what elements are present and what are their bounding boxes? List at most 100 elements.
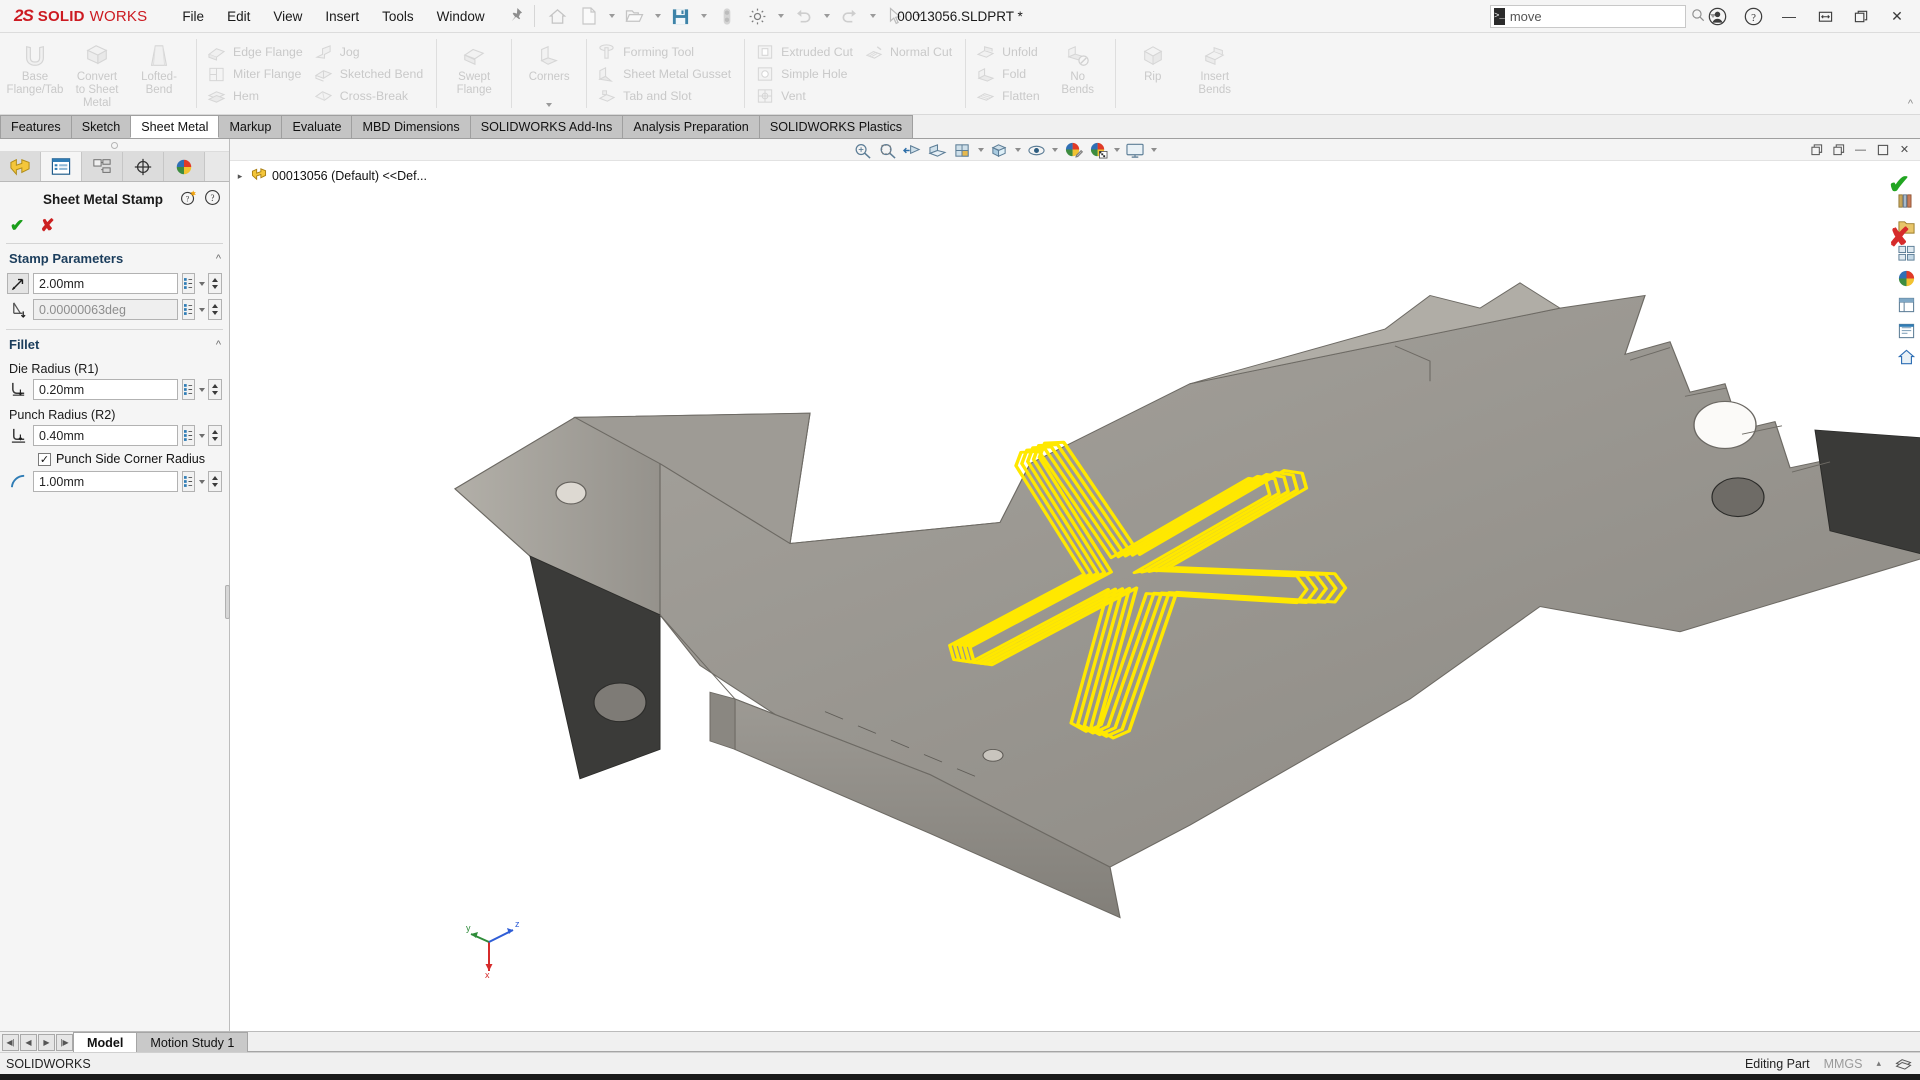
simple-hole-button[interactable]: Simple Hole [751,63,860,85]
view-settings-icon[interactable] [1123,140,1147,160]
die-radius-stepper[interactable] [208,379,222,400]
configuration-manager-tab[interactable] [82,152,123,181]
section-header-stamp-parameters[interactable]: Stamp Parameters ^ [0,244,229,271]
gfx-restore-down-icon[interactable] [1806,141,1827,159]
last-icon[interactable]: |▶ [56,1033,73,1051]
flatten-button[interactable]: Flatten [972,85,1047,107]
panel-grip[interactable] [0,139,229,152]
punch-side-corner-radius-checkbox[interactable]: ✓ [38,452,51,466]
dimxpert-manager-tab[interactable] [123,152,164,181]
previous-icon[interactable]: ◀ [20,1033,37,1051]
previous-view-icon[interactable] [900,140,924,160]
hide-show-items-caret[interactable] [1049,140,1060,160]
tab-analysis-preparation[interactable]: Analysis Preparation [622,115,760,138]
undo-dropdown-caret[interactable] [820,3,834,29]
extruded-cut-button[interactable]: Extruded Cut [751,41,860,63]
stamp-height-stepper[interactable] [208,273,222,294]
punch-side-corner-radius-checkbox-row[interactable]: ✓ Punch Side Corner Radius [0,449,229,469]
tab-solidworks-plastics[interactable]: SOLIDWORKS Plastics [758,115,914,138]
zoom-to-area-icon[interactable] [875,140,899,160]
tab-sketch[interactable]: Sketch [70,115,132,138]
cancel-button[interactable]: ✘ [40,216,54,236]
die-radius-list-icon[interactable] [182,379,195,400]
vent-button[interactable]: Vent [751,85,860,107]
units-label[interactable]: MMGS [1824,1057,1863,1071]
menu-edit[interactable]: Edit [216,4,261,29]
whats-new-help-icon[interactable]: ? [180,189,197,209]
base-flange-tab-button[interactable]: Base Flange/Tab [4,37,66,97]
apply-scene-icon[interactable] [1086,140,1110,160]
punch-radius-stepper[interactable] [208,425,222,446]
new-document-dropdown-caret[interactable] [605,3,619,29]
tab-and-slot-button[interactable]: Tab and Slot [593,85,738,107]
section-view-icon[interactable] [925,140,949,160]
display-style-caret[interactable] [1012,140,1023,160]
menu-view[interactable]: View [262,4,313,29]
chevron-up-icon[interactable]: ^ [216,253,221,265]
menu-insert[interactable]: Insert [314,4,370,29]
corner-radius-dropdown-caret[interactable] [196,471,207,492]
undo-icon[interactable] [789,3,819,29]
help-icon[interactable]: ? [204,189,221,209]
draft-angle-list-icon[interactable] [182,299,195,320]
tab-sheet-metal[interactable]: Sheet Metal [130,115,220,138]
punch-radius-field[interactable]: 0.40mm [33,425,178,446]
corner-radius-list-icon[interactable] [182,471,195,492]
miter-flange-button[interactable]: Miter Flange [203,63,310,85]
appearances-scenes-icon[interactable] [1894,267,1918,290]
punch-radius-dropdown-caret[interactable] [196,425,207,446]
confirm-ok-button[interactable]: ✔ [1888,169,1910,200]
gfx-minimize-icon[interactable]: — [1850,141,1871,159]
home-view-icon[interactable] [1894,345,1918,368]
search-input[interactable] [1509,8,1686,24]
zoom-to-fit-icon[interactable] [850,140,874,160]
user-account-icon[interactable] [1700,2,1734,30]
display-manager-tab[interactable] [164,152,205,181]
die-radius-dropdown-caret[interactable] [196,379,207,400]
forming-tool-button[interactable]: Forming Tool [593,41,738,63]
stamp-height-dropdown-caret[interactable] [196,273,207,294]
rip-button[interactable]: Rip [1122,37,1184,84]
hem-button[interactable]: Hem [203,85,310,107]
section-header-fillet[interactable]: Fillet ^ [0,330,229,357]
display-style-icon[interactable] [987,140,1011,160]
jog-button[interactable]: Jog [310,41,430,63]
tab-solidworks-add-ins[interactable]: SOLIDWORKS Add-Ins [469,115,624,138]
search-assistant-icon[interactable] [1894,319,1918,342]
punch-radius-list-icon[interactable] [182,425,195,446]
tree-root-node[interactable]: ▸ 00013056 (Default) <<Def... [234,167,560,185]
save-icon[interactable] [666,3,696,29]
unfold-button[interactable]: Unfold [972,41,1047,63]
chevron-up-icon-2[interactable]: ^ [216,339,221,351]
next-icon[interactable]: ▶ [38,1033,55,1051]
view-orientation-icon[interactable] [950,140,974,160]
home-icon[interactable] [543,3,573,29]
close-button[interactable]: ✕ [1880,2,1914,30]
sketched-bend-button[interactable]: Sketched Bend [310,63,430,85]
options-dropdown-caret[interactable] [774,3,788,29]
help-icon[interactable]: ? [1736,2,1770,30]
minimize-button[interactable]: — [1772,2,1806,30]
options-gear-icon[interactable] [743,3,773,29]
draft-angle-stepper[interactable] [208,299,222,320]
swept-flange-button[interactable]: Swept Flange [443,37,505,97]
corner-radius-stepper[interactable] [208,471,222,492]
no-bends-button[interactable]: No Bends [1047,37,1109,97]
restore-button[interactable] [1808,2,1842,30]
bottom-tab-model[interactable]: Model [73,1032,138,1052]
sheet-metal-gusset-button[interactable]: Sheet Metal Gusset [593,63,738,85]
normal-cut-button[interactable]: Normal Cut [860,41,959,63]
redo-dropdown-caret[interactable] [866,3,880,29]
select-dropdown-caret[interactable] [912,3,926,29]
tile-button[interactable] [1844,2,1878,30]
menu-tools[interactable]: Tools [371,4,425,29]
bottom-tab-motion-study[interactable]: Motion Study 1 [136,1032,249,1052]
units-caret-icon[interactable]: ▴ [1876,1058,1881,1069]
corner-radius-field[interactable]: 1.00mm [33,471,178,492]
gfx-maximize-icon[interactable] [1872,141,1893,159]
menu-file[interactable]: File [171,4,215,29]
new-document-icon[interactable] [574,3,604,29]
print-icon[interactable] [712,3,742,29]
sheet-metal-status-icon[interactable] [1895,1055,1912,1073]
gfx-restore-icon[interactable] [1828,141,1849,159]
